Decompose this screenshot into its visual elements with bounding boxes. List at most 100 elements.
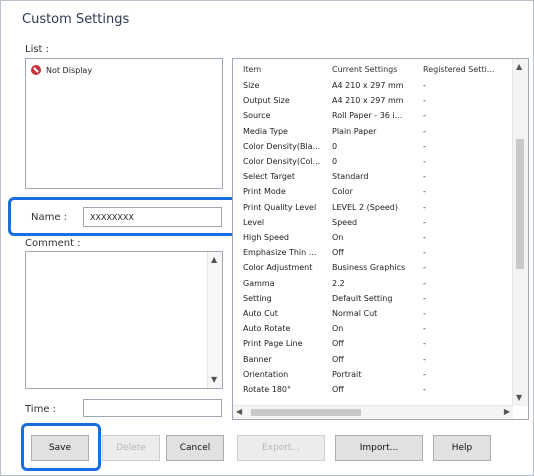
settings-grid[interactable]: Item Current Settings Registered Setti..… bbox=[232, 58, 529, 420]
grid-cell-item: Banner bbox=[243, 354, 272, 364]
grid-cell-registered: - bbox=[423, 354, 426, 364]
vertical-scroll-thumb[interactable] bbox=[516, 139, 524, 269]
grid-cell-registered: - bbox=[423, 293, 426, 303]
grid-cell-registered: - bbox=[423, 248, 426, 258]
grid-cell-registered: - bbox=[423, 339, 426, 349]
grid-row[interactable]: Select Target Standard - bbox=[233, 172, 509, 184]
grid-cell-current: Plain Paper bbox=[332, 126, 377, 136]
scroll-up-icon[interactable]: ▲ bbox=[211, 255, 217, 265]
grid-cell-registered: - bbox=[423, 111, 426, 121]
scroll-right-icon[interactable]: ▶ bbox=[504, 407, 510, 417]
grid-cell-current: Speed bbox=[332, 217, 358, 227]
title-bar: Custom Settings bbox=[1, 1, 533, 39]
grid-cell-registered: - bbox=[423, 369, 426, 379]
grid-cell-item: Setting bbox=[243, 293, 272, 303]
grid-horizontal-scrollbar[interactable]: ◀ ▶ bbox=[233, 405, 513, 419]
grid-row[interactable]: Banner Off - bbox=[233, 355, 509, 367]
grid-cell-item: Media Type bbox=[243, 126, 288, 136]
dialog-title: Custom Settings bbox=[22, 12, 130, 27]
not-display-icon bbox=[31, 65, 41, 75]
delete-button[interactable]: Delete bbox=[102, 435, 160, 461]
grid-cell-registered: - bbox=[423, 141, 426, 151]
grid-cell-registered: - bbox=[423, 157, 426, 166]
comment-scrollbar[interactable]: ▲ ▼ bbox=[207, 252, 222, 388]
list-item-not-display[interactable]: Not Display bbox=[31, 65, 92, 75]
grid-cell-registered: - bbox=[423, 172, 426, 182]
grid-cell-current: 0 bbox=[332, 141, 338, 151]
grid-row[interactable]: Color Density(Bla... 0 - bbox=[233, 142, 509, 154]
grid-row[interactable]: Print Page Line Off - bbox=[233, 339, 509, 351]
column-header-item[interactable]: Item bbox=[243, 65, 261, 74]
scroll-up-icon[interactable]: ▲ bbox=[516, 62, 522, 72]
grid-cell-current: Normal Cut bbox=[332, 309, 378, 318]
list-item-label: Not Display bbox=[46, 65, 93, 75]
grid-cell-registered: - bbox=[423, 385, 426, 394]
grid-row[interactable]: Auto Cut Normal Cut - bbox=[233, 309, 509, 321]
grid-cell-current: On bbox=[332, 324, 344, 334]
grid-cell-current: Off bbox=[332, 354, 344, 364]
scroll-left-icon[interactable]: ◀ bbox=[236, 407, 242, 417]
grid-row[interactable]: Level Speed - bbox=[233, 218, 509, 230]
column-header-current[interactable]: Current Settings bbox=[332, 65, 397, 74]
cancel-button[interactable]: Cancel bbox=[166, 435, 224, 461]
grid-row[interactable]: Gamma 2.2 - bbox=[233, 279, 509, 291]
scroll-down-icon[interactable]: ▼ bbox=[516, 393, 522, 403]
grid-vertical-scrollbar[interactable]: ▲ ▼ bbox=[512, 59, 528, 406]
export-button[interactable]: Export... bbox=[237, 435, 325, 461]
grid-cell-item: Select Target bbox=[243, 172, 295, 182]
grid-cell-item: Output Size bbox=[243, 96, 290, 106]
grid-cell-item: Emphasize Thin ... bbox=[243, 248, 317, 258]
grid-cell-item: Level bbox=[243, 217, 265, 227]
settings-list[interactable]: Not Display bbox=[25, 58, 223, 189]
grid-cell-current: On bbox=[332, 233, 344, 242]
grid-row[interactable]: Color Density(Col... 0 - bbox=[233, 157, 509, 169]
grid-row[interactable]: Print Quality Level LEVEL 2 (Speed) - bbox=[233, 203, 509, 215]
name-row-highlight bbox=[8, 197, 241, 236]
grid-row[interactable]: Print Mode Color - bbox=[233, 187, 509, 199]
comment-textarea[interactable]: ▲ ▼ bbox=[25, 251, 223, 389]
grid-row[interactable]: Media Type Plain Paper - bbox=[233, 127, 509, 139]
grid-cell-item: Auto Rotate bbox=[243, 324, 291, 334]
grid-cell-item: Size bbox=[243, 81, 260, 90]
grid-row[interactable]: Orientation Portrait - bbox=[233, 370, 509, 382]
grid-row[interactable]: Source Roll Paper - 36 i... - bbox=[233, 111, 509, 123]
grid-cell-registered: - bbox=[423, 81, 426, 90]
grid-cell-current: Business Graphics bbox=[332, 263, 406, 273]
grid-row[interactable]: Size A4 210 x 297 mm - bbox=[233, 81, 509, 93]
save-button-highlight bbox=[21, 423, 101, 471]
grid-cell-item: Color Density(Col... bbox=[243, 157, 321, 166]
grid-cell-registered: - bbox=[423, 187, 426, 197]
grid-cell-registered: - bbox=[423, 217, 426, 227]
grid-cell-item: Source bbox=[243, 111, 271, 121]
grid-cell-registered: - bbox=[423, 324, 426, 334]
grid-cell-current: Off bbox=[332, 385, 344, 394]
grid-cell-current: Off bbox=[332, 339, 344, 349]
grid-cell-current: Standard bbox=[332, 172, 369, 182]
help-button[interactable]: Help bbox=[433, 435, 491, 461]
scroll-down-icon[interactable]: ▼ bbox=[211, 375, 217, 385]
column-header-registered[interactable]: Registered Setti... bbox=[423, 65, 508, 74]
grid-row[interactable]: Output Size A4 210 x 297 mm - bbox=[233, 96, 509, 108]
grid-cell-item: Print Mode bbox=[243, 187, 286, 197]
custom-settings-dialog: Custom Settings List : Not Display Name … bbox=[0, 0, 534, 476]
time-input[interactable] bbox=[83, 399, 222, 417]
grid-row[interactable]: Rotate 180° Off - bbox=[233, 385, 509, 397]
grid-cell-registered: - bbox=[423, 278, 426, 288]
grid-cell-item: High Speed bbox=[243, 233, 290, 242]
grid-row[interactable]: Emphasize Thin ... Off - bbox=[233, 248, 509, 260]
grid-row[interactable]: Setting Default Setting - bbox=[233, 294, 509, 306]
grid-row[interactable]: Color Adjustment Business Graphics - bbox=[233, 263, 509, 275]
grid-cell-item: Print Page Line bbox=[243, 339, 303, 349]
grid-cell-item: Color Density(Bla... bbox=[243, 141, 321, 151]
grid-cell-item: Rotate 180° bbox=[243, 385, 292, 394]
grid-row[interactable]: Auto Rotate On - bbox=[233, 324, 509, 336]
grid-cell-current: LEVEL 2 (Speed) bbox=[332, 202, 398, 212]
comment-label: Comment : bbox=[25, 238, 81, 249]
grid-cell-registered: - bbox=[423, 126, 426, 136]
grid-cell-registered: - bbox=[423, 202, 426, 212]
time-label: Time : bbox=[25, 404, 57, 415]
horizontal-scroll-thumb[interactable] bbox=[251, 409, 361, 416]
grid-cell-current: A4 210 x 297 mm bbox=[332, 96, 404, 106]
grid-row[interactable]: High Speed On - bbox=[233, 233, 509, 245]
import-button[interactable]: Import... bbox=[335, 435, 423, 461]
